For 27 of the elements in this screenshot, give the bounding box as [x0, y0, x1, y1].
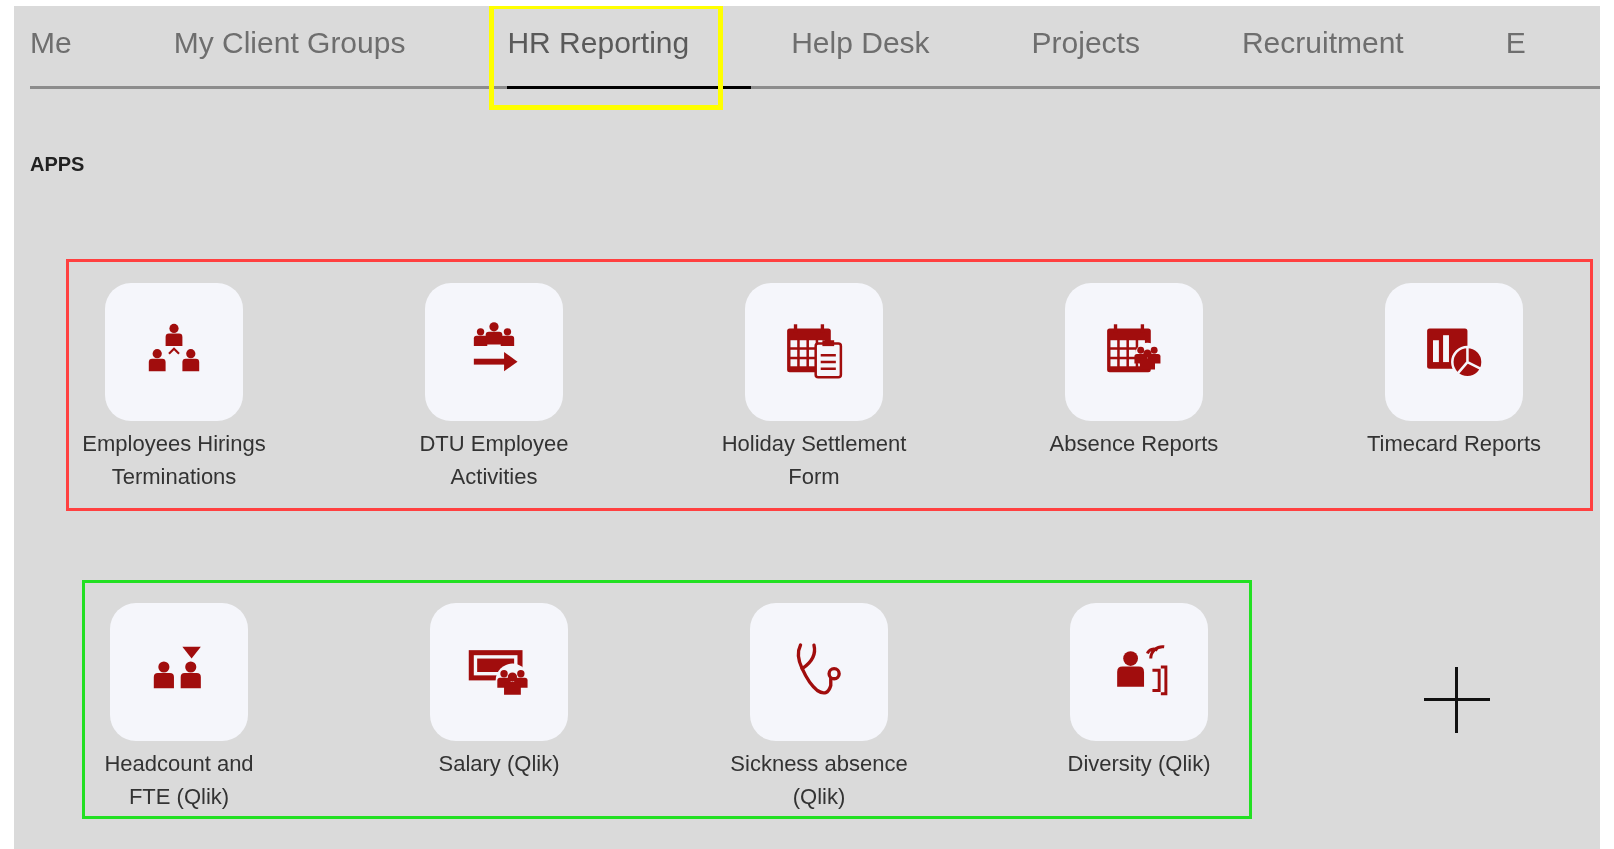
app-label[interactable]: Diversity (Qlik): [1067, 747, 1211, 780]
nav-tab[interactable]: E: [1505, 16, 1588, 89]
app-label[interactable]: Sickness absence (Qlik): [729, 747, 909, 813]
add-icon[interactable]: [1424, 666, 1490, 733]
nav-tab[interactable]: Recruitment: [1241, 16, 1466, 89]
app-tile[interactable]: [1065, 283, 1203, 421]
app-label[interactable]: Employees Hirings Terminations: [69, 427, 279, 493]
section-title: APPS: [30, 152, 85, 177]
app-label[interactable]: Absence Reports: [1049, 427, 1219, 460]
nav-tab[interactable]: Projects: [1031, 16, 1202, 89]
app-label[interactable]: Headcount and FTE (Qlik): [89, 747, 269, 813]
nav-tab[interactable]: HR Reporting: [507, 16, 752, 89]
app-label[interactable]: Timecard Reports: [1367, 427, 1541, 460]
app-tile[interactable]: [105, 283, 243, 421]
app-tile[interactable]: [1385, 283, 1523, 421]
app-tile[interactable]: [1070, 603, 1208, 741]
nav-tab[interactable]: Help Desk: [791, 16, 992, 89]
app-tile[interactable]: [745, 283, 883, 421]
nav-tab[interactable]: My Client Groups: [173, 16, 468, 89]
app-tile[interactable]: [425, 283, 563, 421]
app-label[interactable]: DTU Employee Activities: [389, 427, 599, 493]
app-tile[interactable]: [750, 603, 888, 741]
app-tile[interactable]: [430, 603, 568, 741]
app-tile[interactable]: [110, 603, 248, 741]
nav-tab[interactable]: Me: [30, 16, 134, 89]
app-label[interactable]: Holiday Settlement Form: [709, 427, 919, 493]
app-label[interactable]: Salary (Qlik): [438, 747, 560, 780]
